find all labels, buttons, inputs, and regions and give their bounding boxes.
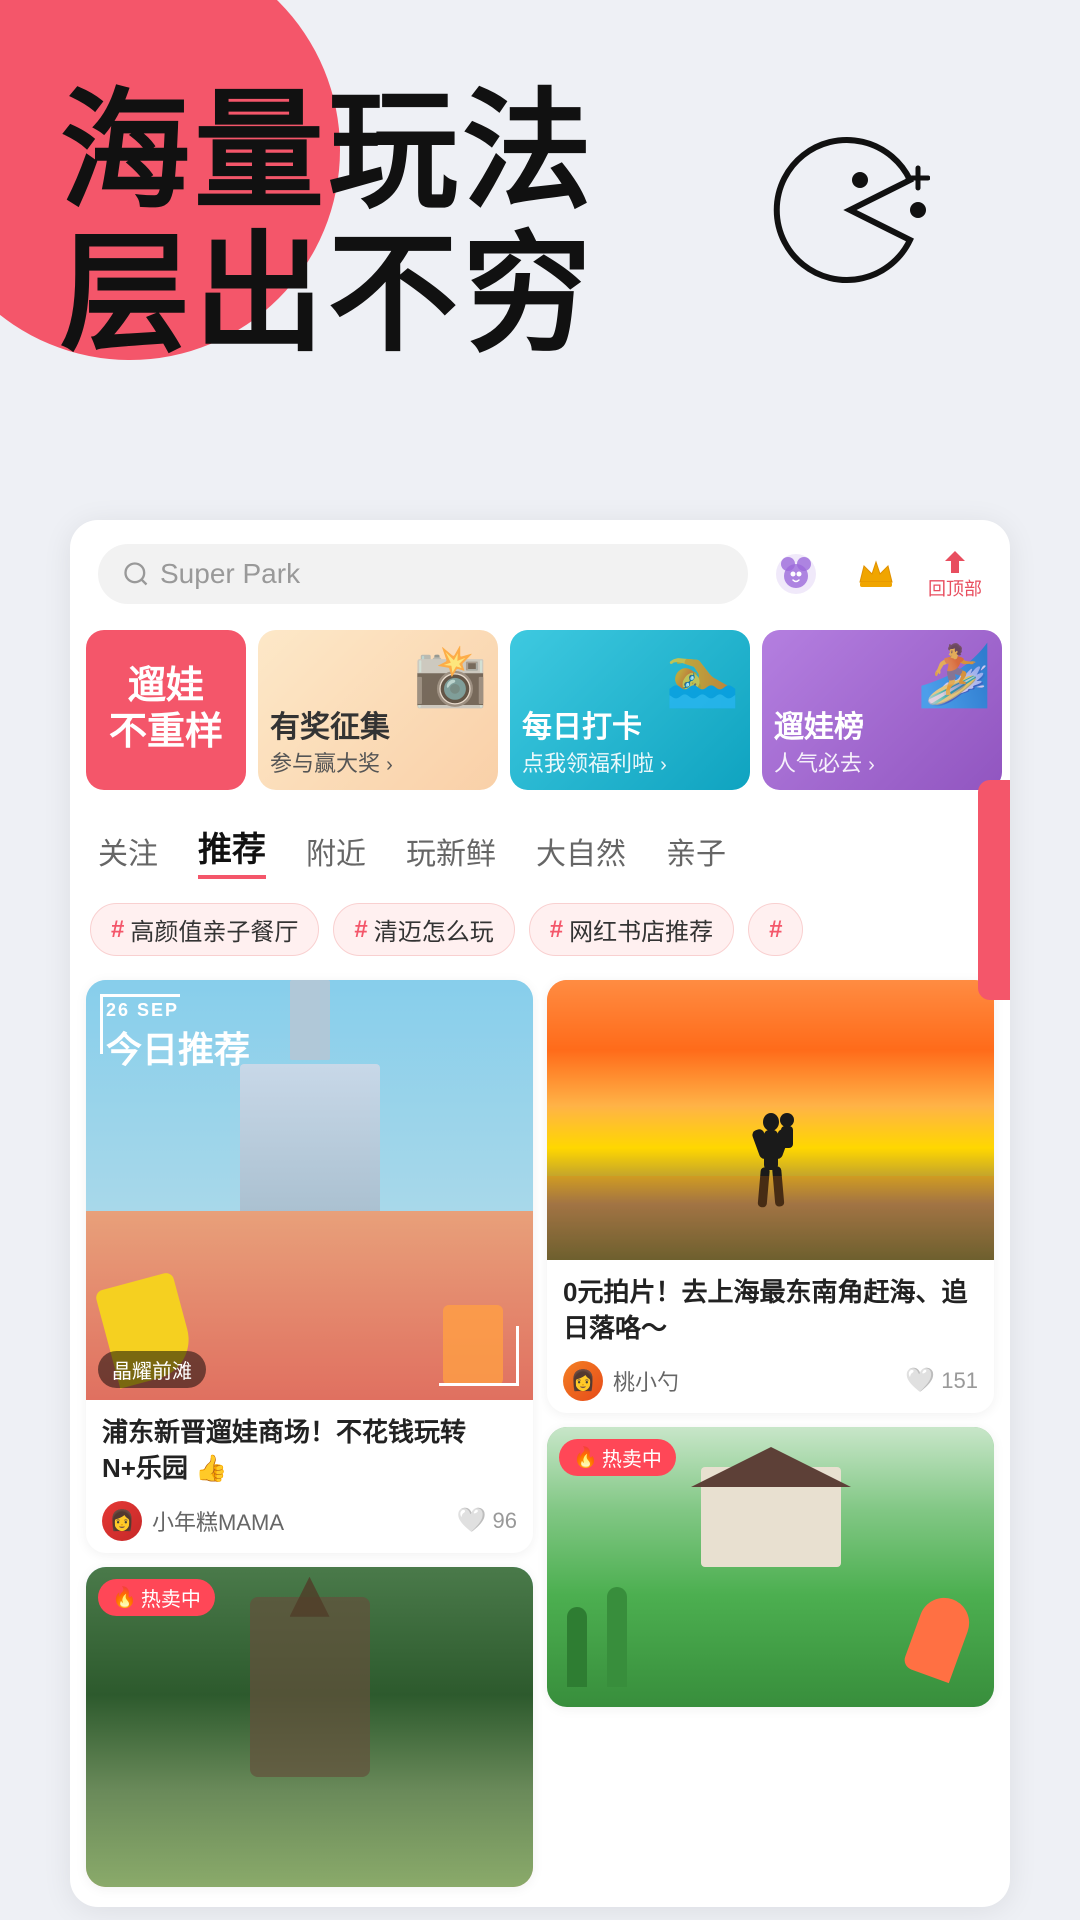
like-count-2: 🤍 151 bbox=[905, 1366, 978, 1395]
post-author-2: 👩 桃小勺 bbox=[563, 1361, 679, 1401]
post-footer-2: 👩 桃小勺 🤍 151 bbox=[563, 1361, 978, 1401]
content-grid: 26 SEP 今日推荐 晶耀前滩 浦东新晋遛娃商场！不花钱玩转N+乐园 👍 👩 … bbox=[70, 972, 1010, 1907]
post-image-1: 26 SEP 今日推荐 晶耀前滩 bbox=[86, 980, 533, 1400]
hot-badge-3: 🔥 热卖中 bbox=[559, 1439, 676, 1476]
location-badge: 晶耀前滩 bbox=[98, 1351, 206, 1388]
left-column: 26 SEP 今日推荐 晶耀前滩 浦东新晋遛娃商场！不花钱玩转N+乐园 👍 👩 … bbox=[86, 980, 533, 1887]
search-bar-row: Super Park bbox=[70, 520, 1010, 620]
banner-card-1[interactable]: 遛娃 不重样 bbox=[86, 630, 246, 790]
back-top-label: 回顶部 bbox=[928, 575, 982, 601]
animal-icon[interactable] bbox=[768, 546, 824, 602]
hot-label-3: 热卖中 bbox=[602, 1443, 662, 1472]
tab-recommend[interactable]: 推荐 bbox=[198, 822, 266, 879]
banner-card-2-label: 有奖征集 bbox=[270, 710, 486, 746]
app-card: Super Park bbox=[70, 520, 1010, 1907]
side-tab bbox=[978, 780, 1010, 1000]
tab-nature[interactable]: 大自然 bbox=[536, 829, 626, 873]
tag-2[interactable]: # 清迈怎么玩 bbox=[333, 903, 514, 956]
pacman-icon bbox=[770, 130, 930, 290]
banner-row: 遛娃 不重样 📸 有奖征集 参与赢大奖 › 🏊 每日打卡 bbox=[70, 620, 1010, 806]
banner-card-2-sub: 参与赢大奖 bbox=[270, 751, 380, 776]
hero-title: 海量玩法 层出不穷 bbox=[60, 80, 596, 366]
tab-parenting[interactable]: 亲子 bbox=[666, 829, 726, 873]
tab-follow[interactable]: 关注 bbox=[98, 829, 158, 873]
search-icon bbox=[122, 560, 150, 588]
like-count-1: 🤍 96 bbox=[457, 1506, 517, 1535]
tag-1-text: 高颜值亲子餐厅 bbox=[130, 912, 298, 947]
tag-1[interactable]: # 高颜值亲子餐厅 bbox=[90, 903, 319, 956]
tags-row: # 高颜值亲子餐厅 # 清迈怎么玩 # 网红书店推荐 # bbox=[70, 895, 1010, 972]
banner-card-4[interactable]: 🏄 遛娃榜 人气必去 › bbox=[762, 630, 1002, 790]
post-body-2: 0元拍片！去上海最东南角赶海、追日落咯～ 👩 桃小勺 🤍 151 bbox=[547, 1260, 994, 1413]
post-title-1: 浦东新晋遛娃商场！不花钱玩转N+乐园 👍 bbox=[102, 1414, 517, 1487]
banner-card-2-content: 有奖征集 参与赢大奖 › bbox=[270, 710, 486, 778]
post-author-1: 👩 小年糕MAMA bbox=[102, 1501, 284, 1541]
heart-icon-1: 🤍 bbox=[457, 1506, 487, 1535]
tabs-row: 关注 推荐 附近 玩新鲜 大自然 亲子 bbox=[70, 806, 1010, 895]
post-title-2: 0元拍片！去上海最东南角赶海、追日落咯～ bbox=[563, 1274, 978, 1347]
author-avatar-2: 👩 bbox=[563, 1361, 603, 1401]
banner-card-3-sub: 点我领福利啦 bbox=[522, 751, 654, 776]
tag-more[interactable]: # bbox=[748, 903, 803, 956]
post-image-4: 🔥 热卖中 bbox=[86, 1567, 533, 1887]
date-label: 26 SEP 今日推荐 bbox=[106, 1000, 250, 1073]
back-top-button[interactable]: 回顶部 bbox=[928, 547, 982, 601]
header-icons: 回顶部 bbox=[768, 546, 982, 602]
post-footer-1: 👩 小年糕MAMA 🤍 96 bbox=[102, 1501, 517, 1541]
post-card-1[interactable]: 26 SEP 今日推荐 晶耀前滩 浦东新晋遛娃商场！不花钱玩转N+乐园 👍 👩 … bbox=[86, 980, 533, 1553]
banner-card-3-content: 每日打卡 点我领福利啦 › bbox=[522, 710, 738, 778]
crown-icon[interactable] bbox=[848, 546, 904, 602]
author-name-2: 桃小勺 bbox=[613, 1365, 679, 1397]
post-card-4[interactable]: 🔥 热卖中 bbox=[86, 1567, 533, 1887]
tag-3[interactable]: # 网红书店推荐 bbox=[529, 903, 734, 956]
search-bar[interactable]: Super Park bbox=[98, 544, 748, 604]
banner-card-4-sub: 人气必去 bbox=[774, 751, 862, 776]
banner-card-3[interactable]: 🏊 每日打卡 点我领福利啦 › bbox=[510, 630, 750, 790]
post-card-2[interactable]: 0元拍片！去上海最东南角赶海、追日落咯～ 👩 桃小勺 🤍 151 bbox=[547, 980, 994, 1413]
like-number-1: 96 bbox=[493, 1508, 517, 1534]
banner-card-4-content: 遛娃榜 人气必去 › bbox=[774, 710, 990, 778]
search-placeholder: Super Park bbox=[160, 558, 300, 590]
banner-card-2[interactable]: 📸 有奖征集 参与赢大奖 › bbox=[258, 630, 498, 790]
author-avatar-1: 👩 bbox=[102, 1501, 142, 1541]
tag-2-text: 清迈怎么玩 bbox=[374, 912, 494, 947]
post-image-3: 🔥 热卖中 bbox=[547, 1427, 994, 1707]
banner-card-4-label: 遛娃榜 bbox=[774, 710, 990, 746]
tab-nearby[interactable]: 附近 bbox=[306, 829, 366, 873]
banner-card-3-label: 每日打卡 bbox=[522, 710, 738, 746]
hot-label-4: 热卖中 bbox=[141, 1583, 201, 1612]
hero-section: 海量玩法 层出不穷 bbox=[0, 0, 1080, 500]
post-card-3[interactable]: 🔥 热卖中 bbox=[547, 1427, 994, 1707]
right-column: 0元拍片！去上海最东南角赶海、追日落咯～ 👩 桃小勺 🤍 151 bbox=[547, 980, 994, 1887]
banner-card-1-text: 遛娃 不重样 bbox=[109, 664, 223, 755]
tag-3-text: 网红书店推荐 bbox=[569, 912, 713, 947]
tab-fresh[interactable]: 玩新鲜 bbox=[406, 829, 496, 873]
like-number-2: 151 bbox=[941, 1368, 978, 1394]
author-name-1: 小年糕MAMA bbox=[152, 1505, 284, 1537]
frame-corner-br bbox=[439, 1326, 519, 1386]
hero-title-line2: 层出不穷 bbox=[60, 223, 596, 366]
post-image-2 bbox=[547, 980, 994, 1260]
hot-badge-4: 🔥 热卖中 bbox=[98, 1579, 215, 1616]
post-body-1: 浦东新晋遛娃商场！不花钱玩转N+乐园 👍 👩 小年糕MAMA 🤍 96 bbox=[86, 1400, 533, 1553]
heart-icon-2: 🤍 bbox=[905, 1366, 935, 1395]
hero-title-line1: 海量玩法 bbox=[60, 80, 596, 223]
